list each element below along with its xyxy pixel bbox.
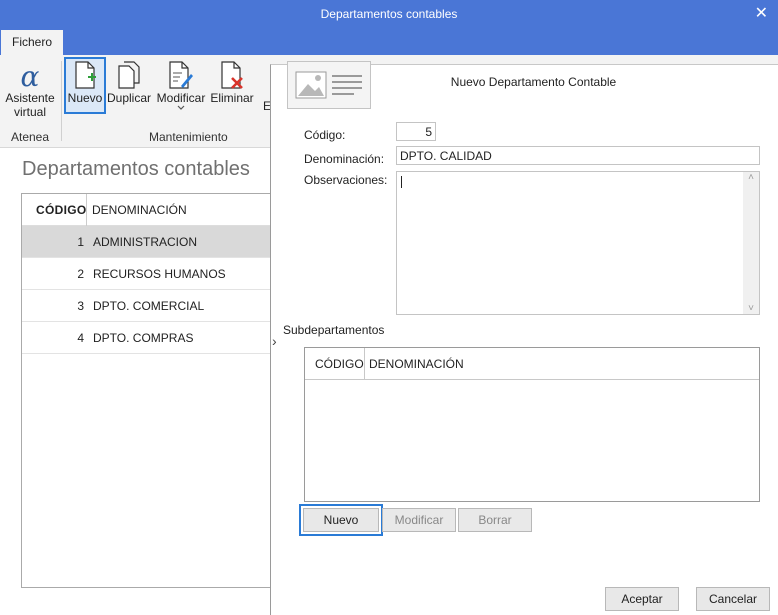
column-header-code[interactable]: CÓDIGO xyxy=(36,203,86,217)
window-title: Departamentos contables xyxy=(320,7,458,21)
eliminar-button[interactable]: Eliminar xyxy=(208,59,256,111)
nuevo-button[interactable]: Nuevo xyxy=(64,57,106,114)
denominacion-label: Denominación: xyxy=(304,152,385,166)
subdepartments-table: CÓDIGO DENOMINACIÓN xyxy=(304,347,760,502)
svg-text:α: α xyxy=(21,61,40,91)
table-row[interactable]: 3 DPTO. COMERCIAL xyxy=(22,290,270,322)
observaciones-label: Observaciones: xyxy=(304,173,388,187)
row-name: ADMINISTRACION xyxy=(93,235,198,249)
cancelar-button[interactable]: Cancelar xyxy=(696,587,770,611)
codigo-field[interactable]: 5 xyxy=(396,122,436,141)
row-name: DPTO. COMERCIAL xyxy=(93,299,205,313)
table-header: CÓDIGO DENOMINACIÓN xyxy=(22,194,270,226)
duplicar-button[interactable]: Duplicar xyxy=(106,59,152,111)
row-name: DPTO. COMPRAS xyxy=(93,331,194,345)
codigo-label: Código: xyxy=(304,128,346,142)
new-document-icon xyxy=(75,61,96,89)
expand-chevron-icon[interactable]: › xyxy=(272,333,277,349)
asistente-label-line1: Asistente xyxy=(5,91,55,105)
ribbon-tab-bar: Fichero xyxy=(0,28,778,55)
sub-column-header-name[interactable]: DENOMINACIÓN xyxy=(369,357,464,371)
sub-column-header-code[interactable]: CÓDIGO xyxy=(315,357,364,371)
group-label-mantenimiento: Mantenimiento xyxy=(149,130,228,144)
group-label-atenea: Atenea xyxy=(11,130,50,144)
title-bar: Departamentos contables ✕ xyxy=(0,0,778,28)
departments-table: CÓDIGO DENOMINACIÓN 1 ADMINISTRACION 2 R… xyxy=(21,193,271,588)
column-separator xyxy=(86,194,87,226)
row-code: 3 xyxy=(77,299,84,313)
observaciones-field[interactable]: ˄ ˅ xyxy=(396,171,760,315)
sub-modificar-button[interactable]: Modificar xyxy=(382,508,456,532)
duplicar-label: Duplicar xyxy=(106,91,151,105)
subdepartamentos-label: Subdepartamentos xyxy=(283,323,385,337)
sub-column-separator xyxy=(364,348,365,380)
duplicate-icon xyxy=(118,61,140,89)
asistente-label-line2: virtual xyxy=(13,105,46,119)
tab-fichero[interactable]: Fichero xyxy=(1,30,63,55)
nuevo-label: Nuevo xyxy=(67,91,103,105)
alpha-icon: α xyxy=(21,61,40,91)
chevron-down-icon xyxy=(177,105,185,110)
table-row[interactable]: 1 ADMINISTRACION xyxy=(22,226,270,258)
row-code: 4 xyxy=(77,331,84,345)
eliminar-label: Eliminar xyxy=(210,91,254,105)
sub-nuevo-button[interactable]: Nuevo xyxy=(303,508,379,532)
aceptar-button[interactable]: Aceptar xyxy=(605,587,679,611)
table-row[interactable]: 4 DPTO. COMPRAS xyxy=(22,322,270,354)
asistente-virtual-button[interactable]: α Asistente virtual xyxy=(4,59,56,119)
dialog-title: Nuevo Departamento Contable xyxy=(450,75,617,89)
row-name: RECURSOS HUMANOS xyxy=(93,267,226,281)
row-code: 2 xyxy=(77,267,84,281)
new-department-dialog: Nuevo Departamento Contable Código: 5 De… xyxy=(270,61,778,615)
observaciones-scrollbar[interactable]: ˄ ˅ xyxy=(743,172,759,314)
ribbon-separator xyxy=(61,61,62,141)
edit-document-icon xyxy=(169,61,193,89)
column-header-name[interactable]: DENOMINACIÓN xyxy=(92,203,187,217)
close-icon[interactable]: ✕ xyxy=(755,3,768,23)
modificar-button[interactable]: Modificar xyxy=(155,59,207,111)
scroll-down-icon[interactable]: ˅ xyxy=(743,303,759,314)
denominacion-field[interactable]: DPTO. CALIDAD xyxy=(396,146,760,165)
page-title: Departamentos contables xyxy=(22,158,250,180)
text-cursor xyxy=(401,176,402,188)
modificar-label: Modificar xyxy=(156,91,206,105)
scroll-up-icon[interactable]: ˄ xyxy=(743,172,759,183)
row-code: 1 xyxy=(77,235,84,249)
sub-borrar-button[interactable]: Borrar xyxy=(458,508,532,532)
table-row[interactable]: 2 RECURSOS HUMANOS xyxy=(22,258,270,290)
delete-document-icon xyxy=(221,61,243,89)
sub-table-header: CÓDIGO DENOMINACIÓN xyxy=(305,348,759,380)
